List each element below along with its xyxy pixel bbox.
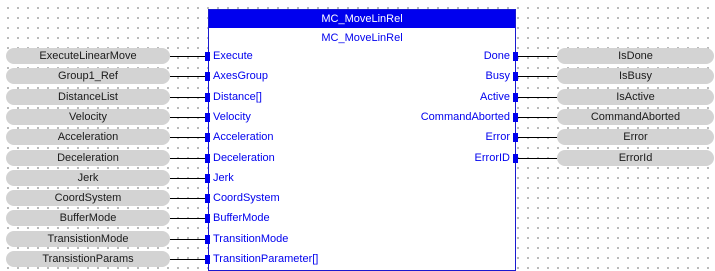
input-pin-marker xyxy=(205,255,210,264)
input-pin-acceleration: Acceleration xyxy=(213,131,274,144)
output-wire xyxy=(518,157,557,159)
output-variable-errorid[interactable]: ErrorId xyxy=(557,149,714,166)
input-pin-buffermode: BufferMode xyxy=(213,212,270,225)
input-variable-transistionparams[interactable]: TransistionParams xyxy=(6,251,170,267)
input-wire xyxy=(170,96,205,98)
input-pin-deceleration: Deceleration xyxy=(213,151,275,164)
input-pin-distance: Distance[] xyxy=(213,90,262,103)
output-wire xyxy=(518,137,557,139)
output-pin-active: Active xyxy=(480,90,510,103)
input-wire xyxy=(170,116,205,118)
input-variable-deceleration[interactable]: Deceleration xyxy=(6,149,170,166)
input-pin-marker xyxy=(205,112,210,122)
input-pin-marker xyxy=(205,92,210,102)
output-wire xyxy=(518,56,557,57)
output-pin-commandaborted: CommandAborted xyxy=(420,110,510,123)
output-variable-error[interactable]: Error xyxy=(557,129,714,146)
output-variable-isbusy[interactable]: IsBusy xyxy=(557,68,714,85)
input-pin-marker xyxy=(205,194,210,204)
input-pin-marker xyxy=(205,214,210,224)
mc-movelinrel-block[interactable]: MC_MoveLinRel MC_MoveLinRel Execute AxesG… xyxy=(208,9,516,271)
output-wire xyxy=(518,76,557,78)
input-pin-transitionparameter: TransitionParameter[] xyxy=(213,253,319,265)
input-pin-marker xyxy=(205,173,210,183)
input-pin-jerk: Jerk xyxy=(213,171,234,184)
output-variable-isdone[interactable]: IsDone xyxy=(557,48,714,64)
input-pin-coordsystem: CoordSystem xyxy=(213,192,280,205)
input-variable-transistionmode[interactable]: TransistionMode xyxy=(6,230,170,247)
input-pin-axesgroup: AxesGroup xyxy=(213,70,269,83)
input-variable-group1-ref[interactable]: Group1_Ref xyxy=(6,68,170,85)
input-pin-marker xyxy=(205,133,210,143)
input-variable-velocity[interactable]: Velocity xyxy=(6,108,170,125)
input-wire xyxy=(170,137,205,139)
input-pin-marker xyxy=(205,72,210,82)
input-variable-buffermode[interactable]: BufferMode xyxy=(6,210,170,227)
output-pin-errorid: ErrorID xyxy=(474,151,510,164)
output-pin-busy: Busy xyxy=(485,70,510,83)
input-pin-transitionmode: TransitionMode xyxy=(213,232,289,245)
input-wire xyxy=(170,218,205,220)
input-variable-executelinearmove[interactable]: ExecuteLinearMove xyxy=(6,48,170,64)
input-wire xyxy=(170,198,205,200)
input-variable-coordsystem[interactable]: CoordSystem xyxy=(6,190,170,207)
input-variable-distancelist[interactable]: DistanceList xyxy=(6,88,170,105)
input-pin-velocity: Velocity xyxy=(213,110,251,123)
output-pin-done: Done xyxy=(483,50,510,62)
input-variable-jerk[interactable]: Jerk xyxy=(6,169,170,186)
input-variable-acceleration[interactable]: Acceleration xyxy=(6,129,170,146)
input-pin-marker xyxy=(205,153,210,163)
input-wire xyxy=(170,157,205,159)
output-wire xyxy=(518,96,557,98)
block-header: MC_MoveLinRel xyxy=(209,10,515,28)
input-wire xyxy=(170,76,205,78)
input-wire xyxy=(170,56,205,57)
output-variable-isactive[interactable]: IsActive xyxy=(557,88,714,105)
input-wire xyxy=(170,259,205,260)
input-pin-marker xyxy=(205,52,210,61)
output-pin-error: Error xyxy=(485,131,510,144)
input-pin-marker xyxy=(205,234,210,244)
output-variable-commandaborted[interactable]: CommandAborted xyxy=(557,108,714,125)
block-instance-name: MC_MoveLinRel xyxy=(321,32,403,44)
input-wire xyxy=(170,177,205,179)
output-wire xyxy=(518,116,557,118)
input-wire xyxy=(170,238,205,240)
input-pin-execute: Execute xyxy=(213,50,253,62)
